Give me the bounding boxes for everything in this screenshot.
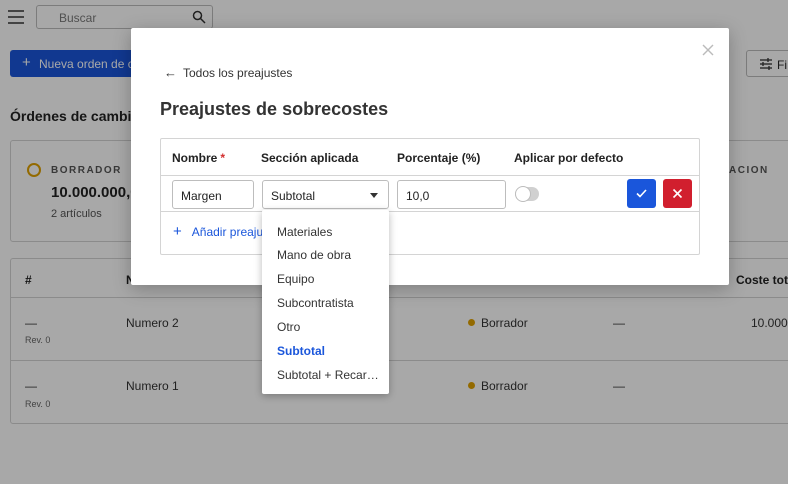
apply-default-toggle[interactable] — [515, 186, 539, 202]
section-dropdown-menu: Materiales Mano de obra Equipo Subcontra… — [262, 210, 389, 394]
confirm-button[interactable] — [627, 179, 656, 208]
section-select[interactable]: Subtotal — [262, 180, 389, 209]
dropdown-option-selected[interactable]: Subtotal — [277, 344, 325, 358]
column-header-default: Aplicar por defecto — [514, 151, 624, 165]
caret-down-icon — [370, 193, 378, 198]
column-header-section: Sección aplicada — [261, 151, 359, 165]
dropdown-option[interactable]: Subtotal + Recar… — [277, 368, 379, 382]
presets-grid: Nombre * Sección aplicada Porcentaje (%) … — [160, 138, 700, 255]
section-select-value: Subtotal — [271, 189, 316, 203]
check-icon — [636, 189, 647, 198]
modal-title: Preajustes de sobrecostes — [160, 99, 389, 119]
column-header-percentage: Porcentaje (%) — [397, 151, 481, 165]
add-preset-link[interactable]: + Añadir preaju — [173, 223, 263, 240]
x-icon — [672, 188, 683, 199]
back-link[interactable]: ← Todos los preajustes — [164, 65, 292, 80]
surcharge-presets-modal: ← Todos los preajustes Preajustes de sobr… — [131, 28, 729, 285]
cancel-button[interactable] — [663, 179, 692, 208]
dropdown-option[interactable]: Materiales — [277, 225, 332, 239]
dropdown-option[interactable]: Subcontratista — [277, 296, 354, 310]
arrow-left-icon: ← — [164, 65, 177, 80]
add-preset-label: Añadir preaju — [191, 225, 264, 239]
dropdown-option[interactable]: Otro — [277, 320, 300, 334]
back-label: Todos los preajustes — [183, 66, 293, 80]
dropdown-option[interactable]: Equipo — [277, 272, 314, 286]
plus-icon: + — [173, 223, 182, 240]
toggle-knob — [515, 186, 531, 202]
close-icon[interactable] — [701, 43, 715, 57]
required-mark: * — [220, 151, 226, 165]
name-field[interactable]: Margen — [172, 180, 254, 209]
column-header-name: Nombre * — [172, 151, 225, 165]
preset-edit-row: Margen Subtotal 10,0 — [161, 175, 699, 212]
dropdown-option[interactable]: Mano de obra — [277, 248, 351, 262]
percentage-field[interactable]: 10,0 — [397, 180, 506, 209]
column-name-text: Nombre — [172, 151, 218, 165]
